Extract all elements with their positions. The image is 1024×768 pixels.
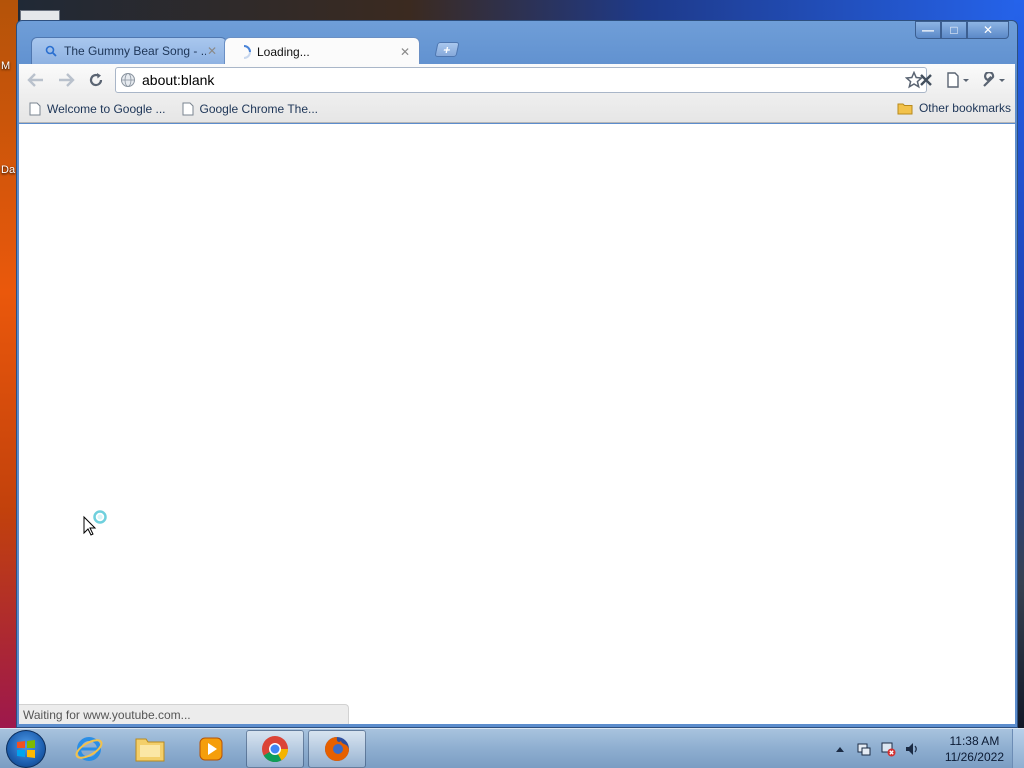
- tab-gummy-bear-song[interactable]: The Gummy Bear Song - ... ✕: [31, 37, 227, 64]
- address-bar[interactable]: about:blank: [115, 67, 927, 93]
- bookmarks-bar: Welcome to Google ... Google Chrome The.…: [19, 96, 1015, 123]
- start-button[interactable]: [6, 730, 46, 768]
- network-icon[interactable]: [876, 737, 900, 761]
- desktop-background-top: [0, 0, 1024, 22]
- page-icon: [182, 102, 193, 116]
- chevron-up-icon: [836, 747, 844, 752]
- forward-button[interactable]: [53, 68, 79, 92]
- page-menu-button[interactable]: [941, 68, 975, 92]
- tab-title: The Gummy Bear Song - ...: [64, 44, 206, 58]
- bookmark-label: Google Chrome The...: [199, 102, 319, 116]
- address-bar-url[interactable]: about:blank: [142, 72, 902, 88]
- desktop-icon-label[interactable]: M: [1, 60, 10, 72]
- back-arrow-icon: [27, 73, 43, 87]
- globe-icon: [121, 73, 135, 87]
- windows-logo-icon: [17, 740, 35, 758]
- media-player-icon: [199, 737, 223, 761]
- toolbar-right: [911, 68, 1011, 92]
- desktop-icon-label[interactable]: Da: [1, 164, 15, 176]
- volume-icon[interactable]: [900, 737, 924, 761]
- maximize-button[interactable]: □: [941, 21, 967, 39]
- bookmark-google-chrome[interactable]: Google Chrome The...: [182, 102, 319, 116]
- tab-strip: The Gummy Bear Song - ... ✕ Loading... ✕…: [27, 37, 727, 65]
- search-icon: [44, 44, 58, 58]
- action-center-icon[interactable]: [852, 737, 876, 761]
- reload-icon: [89, 73, 103, 87]
- busy-cursor-icon: [83, 509, 111, 540]
- window-controls: — □ ✕: [915, 21, 1009, 39]
- bookmark-label: Welcome to Google ...: [47, 102, 166, 116]
- taskbar-internet-explorer[interactable]: [60, 730, 118, 768]
- clock-date: 11/26/2022: [944, 750, 1004, 764]
- stop-button[interactable]: [913, 68, 939, 92]
- plus-icon: +: [441, 42, 452, 57]
- tab-close-icon[interactable]: ✕: [399, 45, 411, 59]
- reload-button[interactable]: [83, 68, 109, 92]
- folder-icon: [897, 103, 913, 114]
- firefox-icon: [325, 737, 349, 761]
- settings-wrench-button[interactable]: [977, 68, 1011, 92]
- system-tray: [828, 737, 924, 761]
- page-content[interactable]: Waiting for www.youtube.com...: [19, 124, 1015, 724]
- minimize-icon: —: [922, 23, 934, 37]
- show-desktop-button[interactable]: [1012, 729, 1024, 768]
- taskbar-file-explorer[interactable]: [121, 730, 179, 768]
- page-menu-icon: [947, 72, 969, 88]
- maximize-icon: □: [950, 23, 958, 37]
- stop-icon: [920, 74, 932, 86]
- close-icon: ✕: [982, 23, 994, 37]
- other-bookmarks[interactable]: Other bookmarks: [897, 101, 1011, 115]
- folder-icon: [135, 738, 165, 762]
- back-button[interactable]: [23, 68, 49, 92]
- minimize-button[interactable]: —: [915, 21, 941, 39]
- tab-title: Loading...: [257, 44, 310, 59]
- new-tab-button[interactable]: +: [434, 42, 460, 57]
- loading-spinner-icon: [237, 44, 251, 59]
- close-window-button[interactable]: ✕: [967, 21, 1009, 39]
- tab-loading[interactable]: Loading... ✕: [224, 37, 420, 65]
- bookmark-welcome-to-google[interactable]: Welcome to Google ...: [29, 102, 166, 116]
- other-bookmarks-label: Other bookmarks: [918, 101, 1011, 115]
- chrome-icon: [262, 736, 289, 763]
- browser-toolbar: about:blank: [19, 64, 1015, 96]
- forward-arrow-icon: [59, 73, 75, 87]
- chrome-window: — □ ✕ The Gummy Bear Song - ... ✕ Loadin…: [16, 20, 1018, 728]
- wrench-icon: [983, 72, 1005, 87]
- tab-close-icon[interactable]: ✕: [206, 44, 218, 58]
- show-hidden-icons-button[interactable]: [828, 737, 852, 761]
- status-bubble: Waiting for www.youtube.com...: [19, 704, 349, 724]
- internet-explorer-icon: [75, 737, 103, 761]
- taskbar-firefox[interactable]: [308, 730, 366, 768]
- clock-time: 11:38 AM: [949, 734, 1000, 748]
- taskbar-media-player[interactable]: [182, 730, 240, 768]
- taskbar-google-chrome[interactable]: [246, 730, 304, 768]
- page-icon: [29, 102, 41, 116]
- taskbar-clock[interactable]: 11:38 AM 11/26/2022: [945, 733, 1004, 765]
- taskbar: 11:38 AM 11/26/2022: [0, 728, 1024, 768]
